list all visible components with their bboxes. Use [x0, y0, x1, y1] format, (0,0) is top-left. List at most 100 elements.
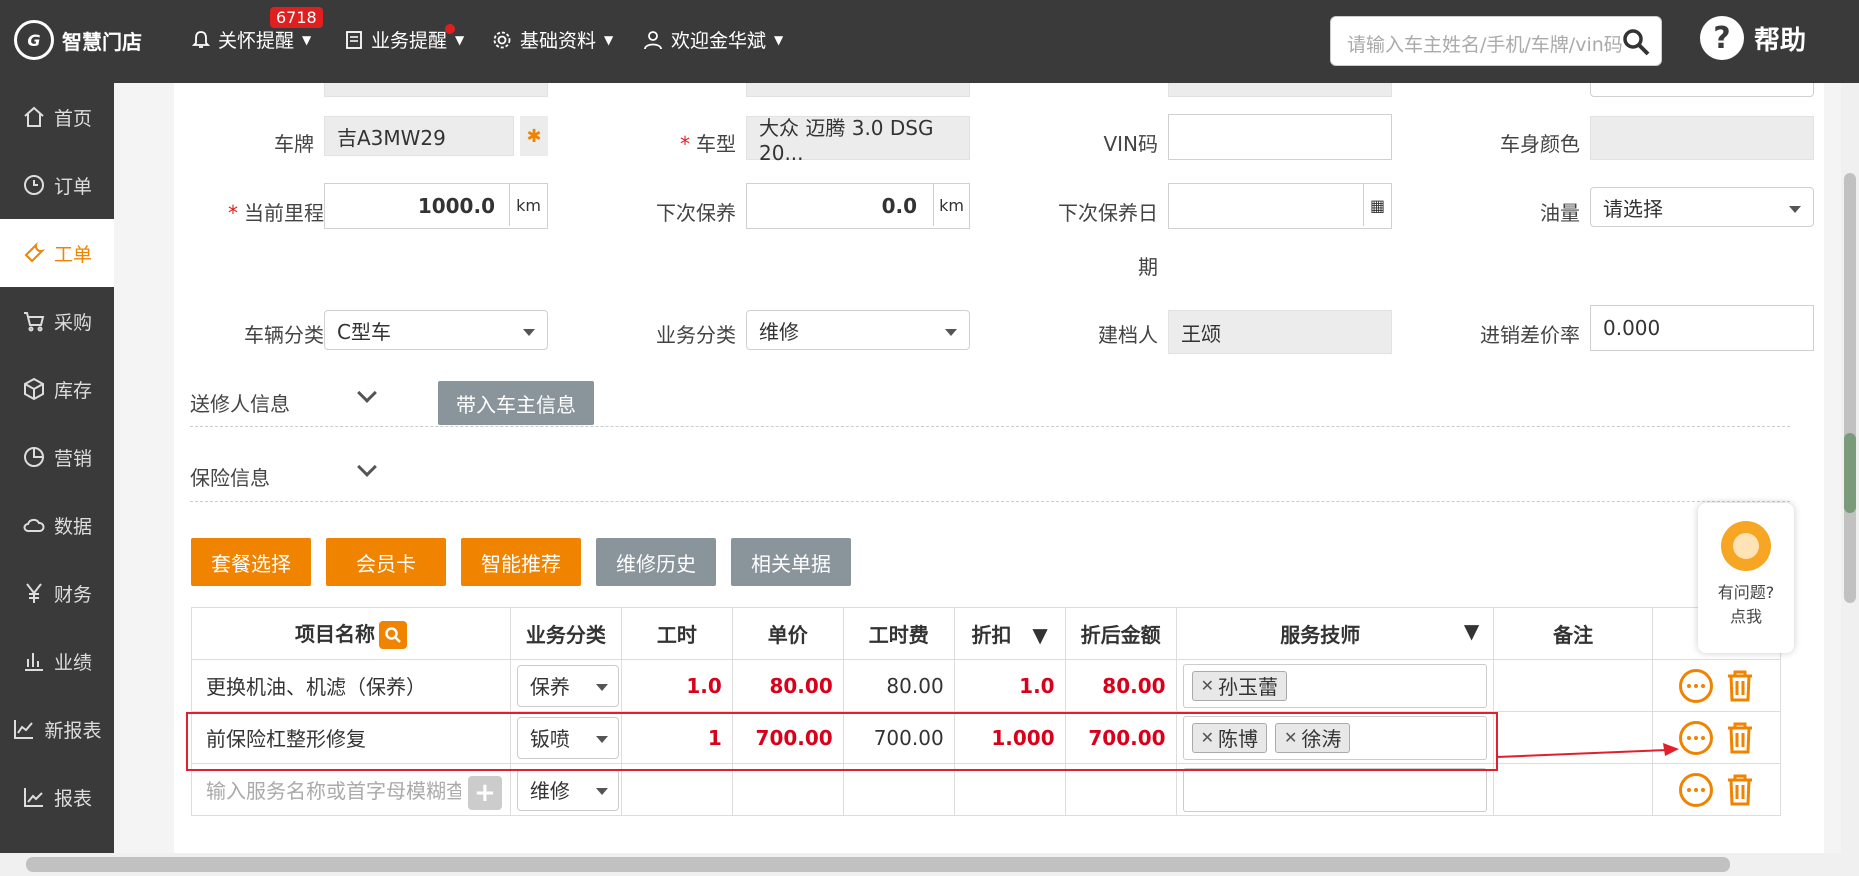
sidebar-item-new-report[interactable]: 新报表 [0, 695, 114, 763]
repair-history-button[interactable]: 维修历史 [596, 538, 716, 586]
insurance-info-title[interactable]: 保险信息 [190, 462, 270, 491]
search-icon[interactable] [378, 621, 407, 650]
nav-basic-data[interactable]: 基础资料 ▼ [492, 26, 613, 53]
help-button[interactable]: ? 帮助 [1700, 16, 1806, 60]
member-card-button[interactable]: 会员卡 [326, 538, 446, 586]
chevron-down-icon[interactable] [357, 383, 377, 403]
more-icon[interactable] [1678, 668, 1713, 703]
next-date-input[interactable]: ▦ [1168, 183, 1392, 229]
add-icon[interactable]: + [467, 776, 502, 810]
next-maint-unit: km [933, 184, 969, 226]
scroll-grip[interactable] [1844, 433, 1856, 513]
horizontal-scrollbar[interactable] [0, 853, 1859, 876]
gear-icon [493, 31, 511, 48]
item-name[interactable]: 更换机油、机滤（保养） [191, 659, 511, 712]
logo-icon: G [14, 20, 54, 60]
col-name: 项目名称 [191, 607, 511, 660]
smart-recommend-button[interactable]: 智能推荐 [461, 538, 581, 586]
sidebar-item-inventory[interactable]: 库存 [0, 355, 114, 423]
sidebar-item-orders[interactable]: 订单 [0, 151, 114, 219]
margin-input[interactable]: 0.000 [1590, 305, 1814, 351]
table-header-row: 项目名称 业务分类 工时 单价 工时费 折扣 ▼ 折后金额 服务技师 ▼ 备注 [191, 607, 1781, 660]
search-placeholder: 请输入车主姓名/手机/车牌/vin码 [1347, 34, 1623, 56]
fuel-label: 油量 [1540, 201, 1580, 225]
more-icon[interactable] [1678, 772, 1713, 807]
fuel-select[interactable]: 请选择 [1590, 187, 1814, 227]
mileage-unit: km [509, 184, 547, 226]
wrench-icon [24, 241, 46, 263]
tech-tag[interactable]: ✕ 孙玉蕾 [1191, 670, 1287, 701]
related-docs-button[interactable]: 相关单据 [731, 538, 851, 586]
divider [190, 501, 1790, 502]
vehicle-class-select[interactable]: C型车 [324, 310, 548, 350]
sidebar-item-performance[interactable]: 业绩 [0, 627, 114, 695]
body-color-field[interactable] [1590, 116, 1814, 160]
remark-cell[interactable] [1493, 659, 1654, 712]
next-date-label: 下次保养日 [1058, 201, 1158, 225]
red-dot-indicator [445, 24, 455, 34]
model-field[interactable]: 大众 迈腾 3.0 DSG 20... [746, 116, 970, 165]
yen-icon [26, 583, 42, 603]
tech-select[interactable]: ✕ 孙玉蕾 [1182, 663, 1488, 708]
price-cell[interactable]: 80.00 [731, 659, 844, 712]
clipped-field [324, 83, 548, 97]
vehicle-class-label: 车辆分类 [244, 323, 324, 347]
biz-select[interactable]: 维修 [516, 768, 619, 811]
vertical-scrollbar[interactable] [1841, 83, 1859, 853]
sidebar-item-workorder[interactable]: 工单 [0, 219, 114, 287]
bell-icon [192, 30, 210, 48]
trash-icon[interactable] [1725, 721, 1755, 755]
margin-label: 进销差价率 [1480, 323, 1580, 347]
caret-down-icon: ▼ [774, 32, 784, 47]
scroll-thumb[interactable] [1844, 173, 1856, 603]
clipped-field [746, 83, 970, 97]
search-icon[interactable] [1621, 27, 1651, 57]
vin-input[interactable] [1168, 114, 1392, 160]
scroll-thumb[interactable] [26, 857, 1730, 872]
sidebar-item-finance[interactable]: 财务 [0, 559, 114, 627]
remove-icon: ✕ [1200, 676, 1214, 695]
nav-user-menu[interactable]: 欢迎金华斌 ▼ [643, 26, 783, 53]
sidebar: 首页 订单 工单 采购 库存 营销 数据 财务 业绩 新报表 报表 [0, 83, 114, 876]
model-label: * 车型 [680, 132, 736, 156]
trend-icon [23, 788, 43, 807]
sidebar-item-data[interactable]: 数据 [0, 491, 114, 559]
chevron-down-icon[interactable] [357, 457, 377, 477]
biz-class-select[interactable]: 维修 [746, 310, 970, 350]
plate-field[interactable]: 吉A3MW29 [324, 116, 514, 156]
notification-badge: 6718 [270, 7, 323, 28]
amount-cell[interactable]: 80.00 [1064, 659, 1177, 712]
cart-icon [23, 312, 45, 332]
next-maint-input[interactable]: 0.0 km [746, 183, 970, 229]
sidebar-item-purchase[interactable]: 采购 [0, 287, 114, 355]
next-date-label-2: 期 [1138, 255, 1158, 279]
global-search-input[interactable]: 请输入车主姓名/手机/车牌/vin码 [1330, 16, 1662, 66]
calendar-icon[interactable]: ▦ [1363, 184, 1391, 226]
biz-select[interactable]: 保养 [516, 664, 619, 707]
trash-icon[interactable] [1725, 669, 1755, 703]
sidebar-item-home[interactable]: 首页 [0, 83, 114, 151]
support-avatar-icon [1721, 521, 1771, 571]
plate-settings-icon[interactable]: ✱ [520, 116, 548, 156]
mileage-input[interactable]: 1000.0 km [324, 183, 548, 229]
col-discount[interactable]: 折扣 ▼ [953, 607, 1066, 660]
float-help-widget[interactable]: 有问题? 点我 [1698, 503, 1794, 653]
tech-select[interactable] [1182, 767, 1488, 812]
hours-cell[interactable]: 1.0 [620, 659, 733, 712]
float-help-line2: 点我 [1729, 607, 1762, 626]
sidebar-item-marketing[interactable]: 营销 [0, 423, 114, 491]
clipped-field [1590, 83, 1814, 97]
package-select-button[interactable]: 套餐选择 [191, 538, 311, 586]
logo[interactable]: G 智慧门店 [14, 20, 142, 60]
box-icon [23, 377, 44, 401]
col-tech[interactable]: 服务技师 ▼ [1175, 607, 1495, 660]
discount-cell[interactable]: 1.0 [953, 659, 1066, 712]
nav-care-reminder[interactable]: 关怀提醒 ▼ [192, 26, 311, 53]
sidebar-item-report[interactable]: 报表 [0, 763, 114, 831]
biz-class-value: 维修 [759, 319, 799, 344]
bring-owner-info-button[interactable]: 带入车主信息 [438, 381, 594, 425]
caret-down-icon: ▼ [302, 32, 312, 47]
trash-icon[interactable] [1725, 773, 1755, 807]
sender-info-title[interactable]: 送修人信息 [190, 388, 290, 417]
new-item-input[interactable]: 输入服务名称或首字母模糊查询 [206, 775, 461, 804]
